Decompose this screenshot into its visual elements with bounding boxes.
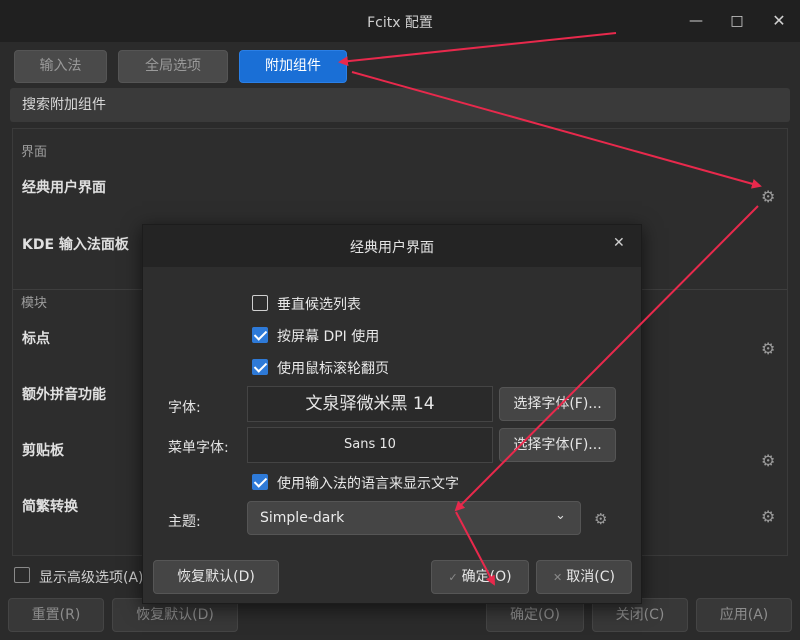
theme-select[interactable]: Simple-dark — [247, 501, 581, 535]
use-im-language-label: 使用输入法的语言来显示文字 — [277, 476, 459, 492]
dialog-close-icon[interactable]: ✕ — [613, 235, 625, 251]
section-header-ui: 界面 — [21, 145, 48, 160]
dialog-ok-label: 确定(O) — [461, 569, 512, 585]
gear-icon[interactable]: ⚙ — [761, 189, 777, 205]
window-title: Fcitx 配置 — [367, 15, 433, 31]
dialog-ok-button[interactable]: ✓ 确定(O) — [431, 560, 529, 594]
list-item-clipboard[interactable]: 剪贴板 — [22, 440, 64, 460]
title-bar: Fcitx 配置 — □ ✕ — [0, 0, 800, 42]
menu-font-value: Sans 10 — [247, 427, 493, 463]
menu-font-label: 菜单字体: — [168, 440, 229, 456]
gear-icon[interactable]: ⚙ — [761, 509, 777, 525]
chevron-down-icon: ⌄ — [555, 508, 566, 523]
cancel-icon: ✕ — [553, 571, 563, 584]
dialog-cancel-button[interactable]: ✕ 取消(C) — [536, 560, 632, 594]
font-label: 字体: — [168, 400, 201, 416]
per-screen-dpi-label: 按屏幕 DPI 使用 — [277, 329, 380, 345]
vertical-list-checkbox[interactable] — [252, 295, 268, 311]
dialog-cancel-label: 取消(C) — [566, 569, 615, 585]
classic-ui-dialog: 经典用户界面 ✕ 垂直候选列表 按屏幕 DPI 使用 使用鼠标滚轮翻页 字体: … — [142, 224, 642, 604]
choose-font-button[interactable]: 选择字体(F)... — [499, 387, 616, 421]
per-screen-dpi-checkbox[interactable] — [252, 327, 268, 343]
list-item-chttrans[interactable]: 简繁转换 — [22, 496, 78, 516]
font-value: 文泉驿微米黑 14 — [247, 386, 493, 422]
check-icon: ✓ — [448, 571, 458, 584]
list-item-punctuation[interactable]: 标点 — [22, 328, 50, 348]
dialog-header: 经典用户界面 ✕ — [143, 225, 641, 267]
list-item-kde-panel[interactable]: KDE 输入法面板 — [22, 234, 129, 254]
theme-label: 主题: — [168, 514, 201, 530]
use-im-language-checkbox[interactable] — [252, 474, 268, 490]
gear-icon[interactable]: ⚙ — [761, 341, 777, 357]
addon-search-input[interactable]: 搜索附加组件 — [10, 88, 790, 122]
tab-global-options[interactable]: 全局选项 — [118, 50, 228, 83]
advanced-options-checkbox[interactable] — [14, 567, 30, 583]
apply-button[interactable]: 应用(A) — [696, 598, 792, 632]
maximize-icon[interactable]: □ — [724, 8, 750, 34]
dialog-title: 经典用户界面 — [350, 240, 434, 256]
choose-menu-font-button[interactable]: 选择字体(F)... — [499, 428, 616, 462]
minimize-icon[interactable]: — — [683, 8, 709, 34]
list-item-classic-ui[interactable]: 经典用户界面 — [22, 177, 106, 197]
list-item-pinyin-extra[interactable]: 额外拼音功能 — [22, 384, 106, 404]
wheel-page-checkbox[interactable] — [252, 359, 268, 375]
gear-icon[interactable]: ⚙ — [594, 510, 607, 528]
tab-input-methods[interactable]: 输入法 — [14, 50, 107, 83]
tab-addons[interactable]: 附加组件 — [239, 50, 347, 83]
wheel-page-label: 使用鼠标滚轮翻页 — [277, 361, 389, 377]
dialog-restore-defaults-button[interactable]: 恢复默认(D) — [153, 560, 279, 594]
close-icon[interactable]: ✕ — [766, 8, 792, 34]
section-header-modules: 模块 — [21, 296, 48, 311]
advanced-options-label: 显示高级选项(A) — [39, 570, 144, 586]
vertical-list-label: 垂直候选列表 — [277, 297, 361, 313]
reset-button[interactable]: 重置(R) — [8, 598, 104, 632]
gear-icon[interactable]: ⚙ — [761, 453, 777, 469]
